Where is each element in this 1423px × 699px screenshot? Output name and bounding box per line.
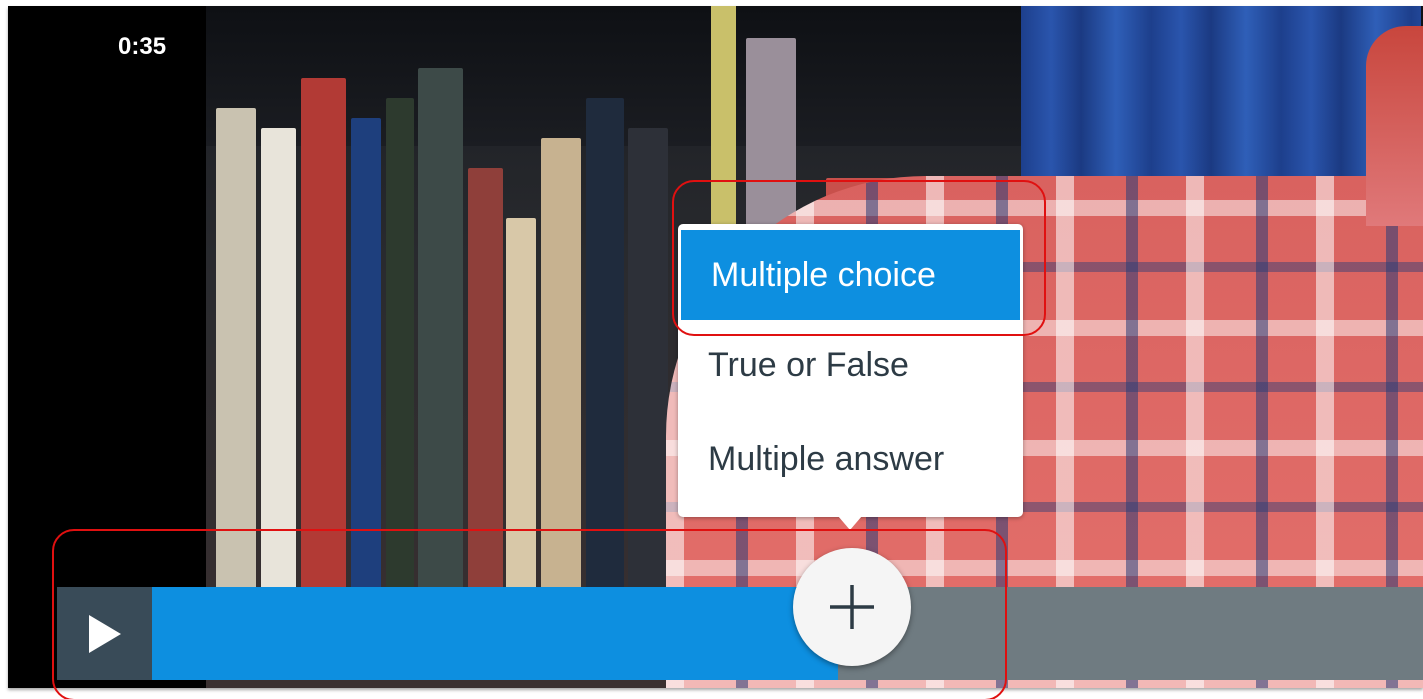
play-icon — [88, 614, 121, 653]
current-time: 0:35 — [118, 32, 167, 60]
book-spine — [586, 98, 624, 598]
book-spine — [386, 98, 414, 598]
play-button[interactable] — [57, 587, 152, 680]
plus-icon — [830, 585, 874, 629]
book-spine — [506, 218, 536, 598]
book-spine — [351, 118, 381, 598]
video-control-bar[interactable] — [57, 587, 1423, 680]
menu-pointer-arrow — [838, 516, 862, 530]
playback-progress-fill[interactable] — [152, 587, 838, 680]
book-spine — [541, 138, 581, 598]
book-spine — [261, 128, 296, 598]
menu-item-multiple-choice[interactable]: Multiple choice — [681, 230, 1020, 320]
menu-item-multiple-answer[interactable]: Multiple answer — [678, 414, 1023, 504]
book-spine — [468, 168, 503, 598]
shirt-collar — [1366, 26, 1423, 226]
book-spine — [301, 78, 346, 598]
add-question-button[interactable] — [793, 548, 911, 666]
screenshot-stage: 0:35 Multiple choice True or False Multi… — [0, 0, 1423, 699]
menu-item-true-or-false[interactable]: True or False — [678, 320, 1023, 410]
book-spine — [216, 108, 256, 598]
book-spine — [418, 68, 463, 598]
video-letterbox — [8, 6, 206, 688]
book-spine — [628, 128, 668, 598]
question-type-menu: Multiple choice True or False Multiple a… — [678, 224, 1023, 517]
